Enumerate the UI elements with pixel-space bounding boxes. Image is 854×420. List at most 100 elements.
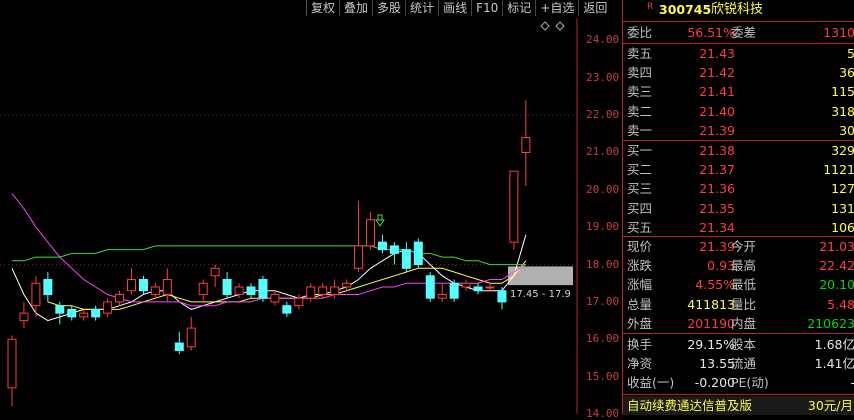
buy-label: 买四: [627, 200, 653, 216]
candle-body: [342, 282, 352, 288]
kline-chart[interactable]: 17.45 - 17.9: [0, 18, 578, 414]
quote-value: 4.55%: [695, 277, 735, 293]
candle-body: [174, 342, 184, 351]
candle-body: [198, 282, 208, 295]
candle-body: [246, 286, 256, 295]
fund-label-2: PE(动): [731, 375, 769, 391]
toolbar-button-0[interactable]: 复权: [306, 0, 339, 16]
toolbar-button-6[interactable]: 标记: [502, 0, 535, 16]
candle-body: [282, 305, 292, 314]
fund-value-2: -: [850, 373, 854, 392]
quote-row-2: 涨幅 4.55% 最低 20.10: [623, 275, 854, 294]
candle-body: [222, 279, 232, 295]
candle-body: [31, 282, 41, 307]
candle-body: [366, 219, 375, 247]
y-tick-label: 17.00: [586, 294, 620, 308]
y-tick-label: 22.00: [586, 108, 620, 122]
ma-line-2: [11, 193, 527, 307]
quote-label-2: 最高: [731, 258, 757, 274]
candle-body: [7, 338, 17, 389]
candle-body: [449, 282, 459, 299]
y-tick-label: 19.00: [586, 220, 620, 234]
candle-body: [103, 301, 113, 314]
quote-label: 涨跌: [627, 258, 653, 274]
quote-value-2: 21.03: [819, 239, 854, 254]
quote-row-4: 外盘 201190 内盘 210623: [623, 314, 854, 333]
candle-body: [437, 293, 447, 299]
fund-value-2: 1.68亿: [814, 337, 854, 352]
candle-body: [138, 279, 148, 292]
sell-price: 21.40: [699, 103, 735, 119]
toolbar-button-7[interactable]: +自选: [535, 0, 578, 16]
toolbar-button-1[interactable]: 叠加: [339, 0, 372, 16]
candle-body: [330, 286, 340, 295]
candle-body: [389, 245, 399, 254]
quote-row-0: 现价 21.39 今开 21.03: [623, 237, 854, 256]
buy-row-0: 买一 21.38 329: [623, 141, 854, 160]
buy-price: 21.35: [699, 200, 735, 216]
quote-value: 411813: [687, 296, 735, 312]
y-tick-label: 21.00: [586, 145, 620, 159]
buy-price: 21.37: [699, 162, 735, 178]
quote-value-2: 5.48: [827, 296, 854, 312]
ratio-diff-value: 1310: [823, 25, 854, 40]
quote-value-2: 22.42: [819, 258, 854, 274]
quote-value-2: 20.10: [819, 277, 854, 293]
y-tick-label: 23.00: [586, 70, 620, 84]
quote-label-2: 最低: [731, 277, 757, 293]
sell-volume: 318: [831, 103, 854, 119]
toolbar-button-3[interactable]: 统计: [405, 0, 438, 16]
sell-volume: 115: [831, 84, 854, 100]
sell-label: 卖二: [627, 103, 653, 119]
candle-body: [186, 327, 196, 348]
quote-label: 现价: [627, 239, 653, 254]
buy-label: 买三: [627, 181, 653, 197]
buy-price: 21.34: [699, 219, 735, 235]
candle-body: [79, 312, 89, 318]
buy-row-3: 买四 21.35 131: [623, 199, 854, 218]
buy-row-1: 买二 21.37 1121: [623, 160, 854, 179]
sell-price: 21.39: [699, 122, 735, 138]
y-tick-label: 18.00: [586, 257, 620, 271]
toolbar-button-8[interactable]: 返回: [578, 0, 611, 16]
candle-body: [43, 279, 53, 295]
sell-row-3: 卖二 21.40 318: [623, 102, 854, 121]
stock-name: 欣锐科技: [711, 2, 764, 17]
candle-body: [210, 267, 220, 277]
quote-row-3: 总量 411813 量比 5.48: [623, 295, 854, 314]
quote-label: 外盘: [627, 315, 653, 331]
quote-value: 201190: [687, 315, 735, 331]
fund-label: 净资: [627, 356, 653, 372]
quote-value: 21.39: [699, 239, 735, 254]
toolbar-button-2[interactable]: 多股: [372, 0, 405, 16]
buy-label: 买五: [627, 219, 653, 235]
ma-line-0: [11, 234, 527, 322]
candle-body: [67, 308, 77, 318]
fund-label-2: 流通: [731, 356, 757, 372]
stock-code: 300745: [659, 2, 712, 17]
sell-row-0: 卖五 21.43 5: [623, 44, 854, 63]
candle-body: [354, 245, 364, 269]
fund-label: 换手: [627, 337, 653, 352]
candle-body: [521, 137, 531, 153]
toolbar-button-5[interactable]: F10: [471, 0, 502, 16]
footer-price: 30元/月: [807, 398, 853, 413]
toolbar-button-4[interactable]: 画线: [438, 0, 471, 16]
candle-body: [55, 305, 65, 314]
down-arrow-icon: [375, 214, 385, 227]
candle-body: [306, 286, 316, 299]
price-axis: 24.00 23.00 22.00 21.00 20.00 19.00 18.00 17.00…: [578, 18, 622, 420]
y-tick-label: 15.00: [586, 369, 620, 383]
y-tick-label: 16.00: [586, 332, 620, 346]
sell-label: 卖一: [627, 122, 653, 138]
fund-row-1: 净资 13.55 流通 1.41亿: [623, 354, 854, 373]
footer-text: 自动续费通达信普及版: [627, 398, 753, 413]
candle-body: [150, 286, 160, 295]
buy-volume: 127: [831, 181, 854, 197]
footer-ad[interactable]: 自动续费通达信普及版 30元/月: [623, 396, 854, 415]
buy-row-4: 买五 21.34 106: [623, 218, 854, 237]
sell-volume: 30: [839, 122, 854, 138]
stock-header[interactable]: R 300745 欣锐科技: [623, 0, 854, 19]
stock-flag: R: [647, 2, 654, 12]
sell-price: 21.42: [699, 65, 735, 81]
